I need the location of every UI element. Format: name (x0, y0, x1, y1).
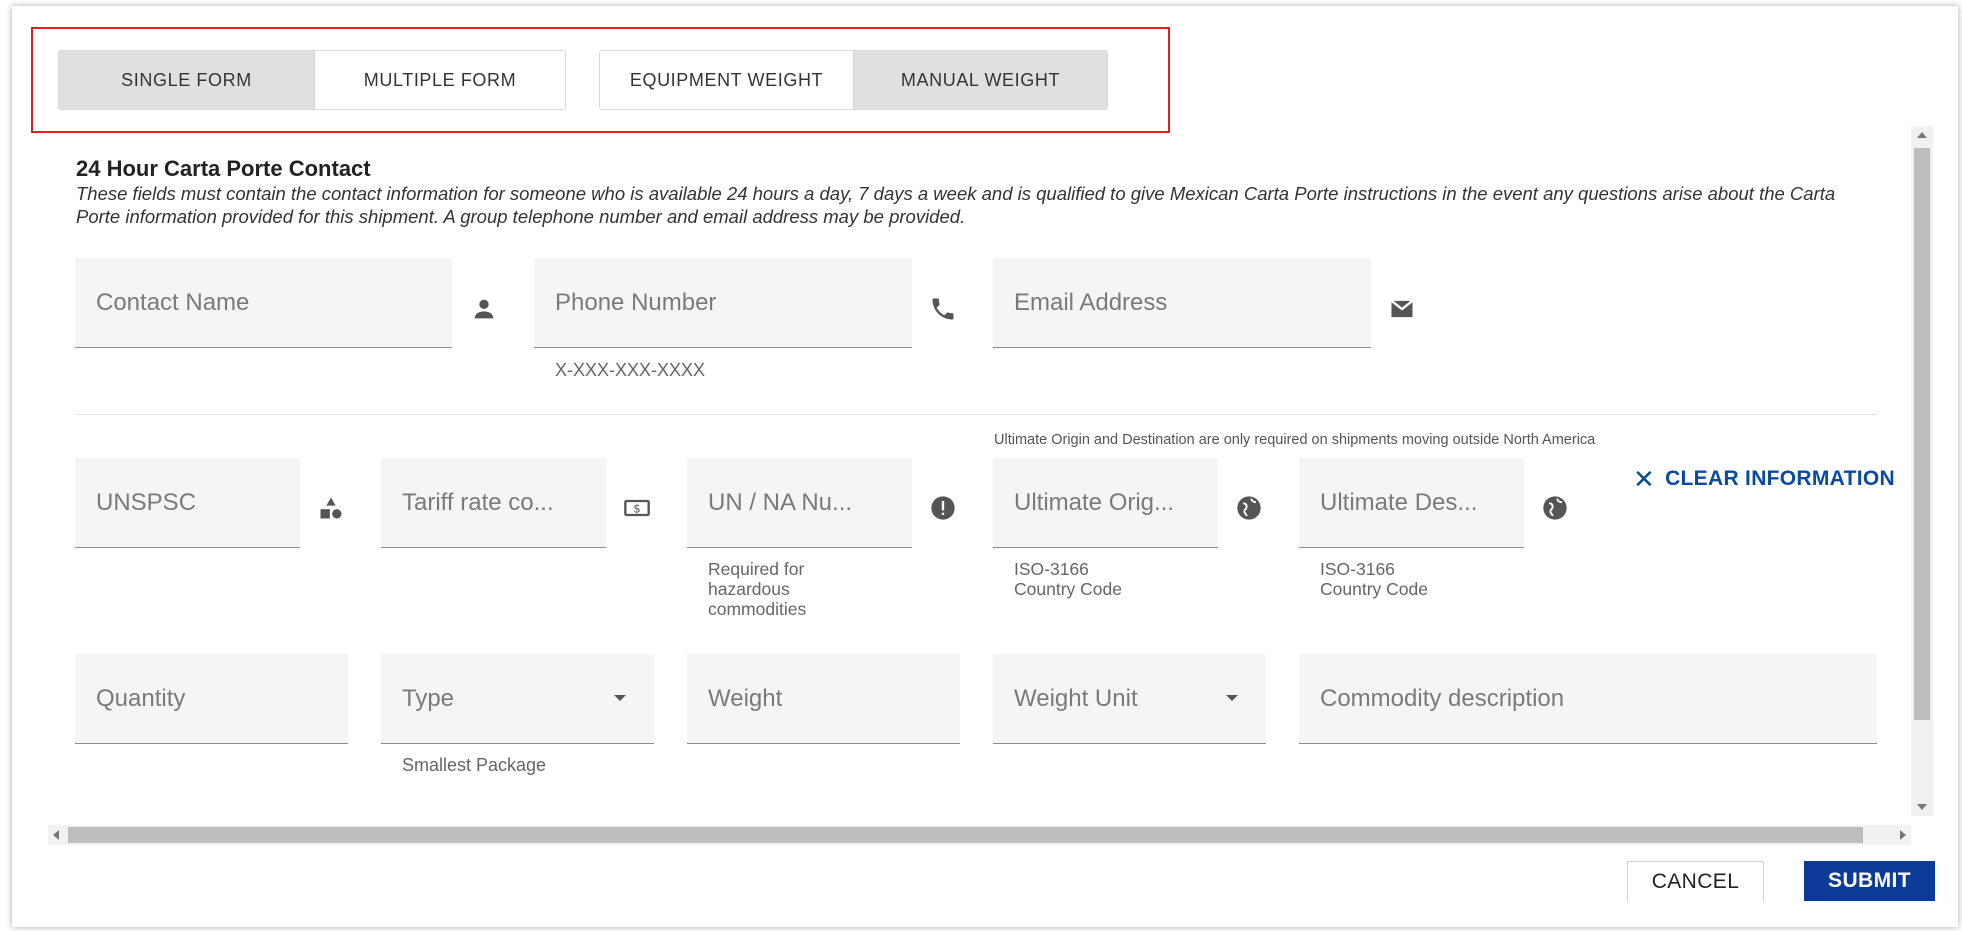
contact-section-description: These fields must contain the contact in… (76, 183, 1836, 227)
ultimate-destination-placeholder: Ultimate Des... (1320, 489, 1478, 516)
un-na-number-hint: Required for hazardous commodities (708, 559, 806, 619)
contact-section-title: 24 Hour Carta Porte Contact (76, 156, 371, 181)
quantity-placeholder: Quantity (96, 685, 186, 712)
form-mode-toggle-group: SINGLE FORM MULTIPLE FORM (58, 50, 566, 110)
un-na-number-field[interactable]: UN / NA Nu... (687, 458, 912, 548)
origin-hint-line-1: ISO-3166 (1014, 559, 1089, 579)
type-placeholder: Type (402, 685, 455, 712)
email-address-field[interactable]: Email Address (993, 258, 1371, 348)
ultimate-destination-hint: ISO-3166 Country Code (1320, 559, 1428, 599)
single-form-toggle[interactable]: SINGLE FORM (59, 51, 314, 109)
commodity-description-field[interactable]: Commodity description (1299, 654, 1877, 744)
multiple-form-toggle[interactable]: MULTIPLE FORM (313, 51, 565, 109)
clear-information-label: CLEAR INFORMATION (1665, 467, 1895, 490)
vertical-scroll-thumb[interactable] (1914, 148, 1930, 720)
vertical-scrollbar[interactable] (1911, 126, 1933, 816)
destination-hint-line-1: ISO-3166 (1320, 559, 1395, 579)
weight-unit-placeholder: Weight Unit (1014, 685, 1138, 712)
un-na-number-placeholder: UN / NA Nu... (708, 489, 853, 516)
category-icon (317, 494, 345, 522)
person-icon (470, 295, 498, 323)
weight-unit-select[interactable]: Weight Unit (993, 654, 1266, 744)
close-icon: ✕ (1633, 464, 1656, 494)
ultimate-destination-field[interactable]: Ultimate Des... (1299, 458, 1524, 548)
scroll-up-icon[interactable] (1917, 132, 1927, 138)
commodity-description-placeholder: Commodity description (1320, 685, 1565, 712)
globe-icon (1541, 494, 1569, 522)
ultimate-origin-field[interactable]: Ultimate Orig... (993, 458, 1218, 548)
tariff-rate-field[interactable]: Tariff rate co... (381, 458, 606, 548)
un-na-hint-line-1: Required for (708, 559, 805, 579)
contact-name-field[interactable]: Contact Name (75, 258, 452, 348)
email-address-placeholder: Email Address (1014, 289, 1168, 316)
phone-number-placeholder: Phone Number (555, 289, 717, 316)
weight-placeholder: Weight (708, 685, 783, 712)
section-divider (76, 414, 1878, 415)
tariff-rate-placeholder: Tariff rate co... (402, 489, 554, 516)
equipment-weight-toggle[interactable]: EQUIPMENT WEIGHT (600, 51, 853, 109)
globe-icon (1235, 494, 1263, 522)
unspsc-placeholder: UNSPSC (96, 489, 197, 516)
money-icon: $ (623, 494, 651, 522)
ultimate-origin-placeholder: Ultimate Orig... (1014, 489, 1175, 516)
unspsc-field[interactable]: UNSPSC (75, 458, 300, 548)
scroll-left-icon[interactable] (53, 830, 59, 840)
cancel-button[interactable]: CANCEL (1627, 861, 1764, 901)
svg-text:$: $ (633, 502, 640, 516)
type-hint: Smallest Package (402, 755, 547, 775)
destination-hint-line-2: Country Code (1320, 579, 1428, 599)
submit-button[interactable]: SUBMIT (1804, 861, 1935, 901)
quantity-field[interactable]: Quantity (75, 654, 348, 744)
ultimate-origin-hint: ISO-3166 Country Code (1014, 559, 1122, 599)
type-select[interactable]: Type (381, 654, 654, 744)
origin-hint-line-2: Country Code (1014, 579, 1122, 599)
origin-destination-note: Ultimate Origin and Destination are only… (994, 432, 1596, 448)
scroll-down-icon[interactable] (1917, 804, 1927, 810)
chevron-down-icon (1226, 695, 1238, 701)
manual-weight-toggle[interactable]: MANUAL WEIGHT (853, 51, 1107, 109)
scroll-right-icon[interactable] (1900, 830, 1906, 840)
un-na-hint-line-2: hazardous (708, 579, 790, 599)
contact-name-placeholder: Contact Name (96, 289, 250, 316)
un-na-hint-line-3: commodities (708, 599, 807, 619)
chevron-down-icon (614, 695, 626, 701)
phone-number-field[interactable]: Phone Number (534, 258, 912, 348)
alert-icon (929, 494, 957, 522)
clear-information-button[interactable]: ✕ CLEAR INFORMATION (1633, 464, 1895, 494)
phone-number-hint: X-XXX-XXX-XXXX (555, 360, 706, 380)
horizontal-scroll-thumb[interactable] (68, 827, 1863, 843)
weight-field[interactable]: Weight (687, 654, 960, 744)
horizontal-scrollbar[interactable] (48, 825, 1911, 845)
phone-icon (929, 295, 957, 323)
weight-mode-toggle-group: EQUIPMENT WEIGHT MANUAL WEIGHT (599, 50, 1108, 110)
email-icon (1388, 295, 1416, 323)
